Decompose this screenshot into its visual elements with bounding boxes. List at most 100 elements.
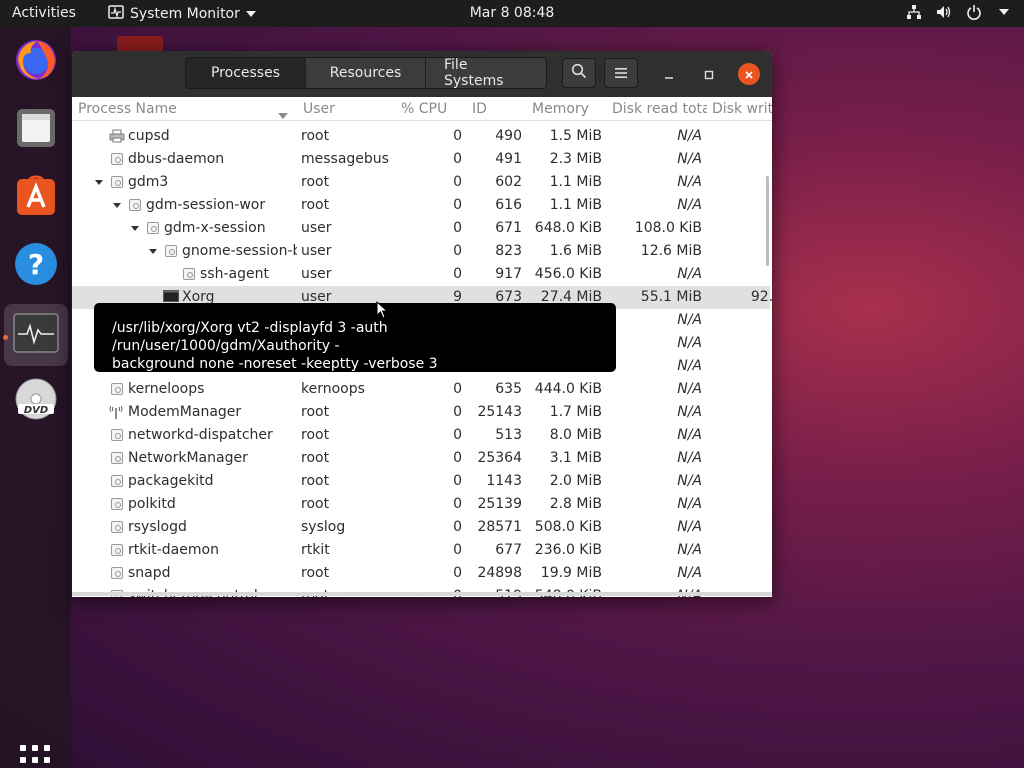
process-disk-read: 55.1 MiB [640, 289, 702, 305]
table-row[interactable]: rtkit-daemon rtkit 0 677 236.0 KiB N/A [72, 539, 770, 562]
table-row[interactable]: cupsd root 0 490 1.5 MiB N/A [72, 125, 770, 148]
system-monitor-icon [12, 312, 60, 358]
column-header-process-name[interactable]: Process Name [78, 101, 177, 117]
tab-processes[interactable]: Processes [186, 58, 306, 88]
process-user: root [301, 197, 330, 213]
process-user: syslog [301, 519, 346, 535]
table-row[interactable]: rsyslogd syslog 0 28571 508.0 KiB N/A [72, 516, 770, 539]
process-icon [183, 268, 195, 280]
dock-files[interactable] [11, 105, 61, 155]
menu-button[interactable] [604, 58, 638, 88]
table-row[interactable]: ModemManager root 0 25143 1.7 MiB N/A [72, 401, 770, 424]
table-row[interactable]: gdm3 root 0 602 1.1 MiB N/A [72, 171, 770, 194]
column-header-disk-write[interactable]: Disk writ [712, 101, 772, 117]
system-tray[interactable] [906, 4, 1012, 20]
process-cpu: 0 [453, 404, 462, 420]
tooltip-line-2: background none -noreset -keeptty -verbo… [112, 356, 438, 372]
process-disk-read: N/A [677, 542, 702, 558]
expander-arrow-icon[interactable] [113, 203, 121, 208]
clock[interactable]: Mar 8 08:48 [470, 5, 555, 21]
process-cpu: 0 [453, 381, 462, 397]
table-row[interactable]: polkitd root 0 25139 2.8 MiB N/A [72, 493, 770, 516]
minimize-button[interactable] [658, 63, 680, 85]
process-user: root [301, 565, 330, 581]
process-icon [111, 429, 123, 441]
table-header: Process Name User % CPU ID Memory Disk r… [72, 97, 772, 121]
process-memory: 1.6 MiB [549, 243, 602, 259]
process-icon [111, 567, 123, 579]
table-row[interactable]: dbus-daemon messagebus 0 491 2.3 MiB N/A [72, 148, 770, 171]
dock-software[interactable] [11, 173, 61, 223]
tab-file-systems[interactable]: File Systems [426, 58, 546, 88]
files-icon [13, 105, 59, 155]
process-icon [111, 452, 123, 464]
chevron-down-icon[interactable] [996, 4, 1012, 20]
column-header-cpu[interactable]: % CPU [401, 101, 447, 117]
process-cpu: 0 [453, 174, 462, 190]
show-applications-button[interactable] [20, 745, 50, 768]
process-name: NetworkManager [128, 450, 248, 466]
expander-arrow-icon[interactable] [149, 249, 157, 254]
process-disk-read: 12.6 MiB [640, 243, 702, 259]
network-icon[interactable] [906, 4, 922, 20]
maximize-icon [704, 65, 714, 84]
table-row[interactable]: kerneloops kernoops 0 635 444.0 KiB N/A [72, 378, 770, 401]
process-id: 490 [495, 128, 522, 144]
process-cpu: 0 [453, 496, 462, 512]
process-name: dbus-daemon [128, 151, 225, 167]
process-id: 25139 [477, 496, 522, 512]
dock-help[interactable]: ? [11, 241, 61, 291]
process-user: user [301, 266, 332, 282]
table-row[interactable]: ssh-agent user 0 917 456.0 KiB N/A [72, 263, 770, 286]
dock-dvd[interactable]: DVD [11, 376, 61, 426]
expander-arrow-icon[interactable] [95, 180, 103, 185]
process-cpu: 0 [453, 565, 462, 581]
column-header-id[interactable]: ID [472, 101, 487, 117]
expander-arrow-icon[interactable] [131, 226, 139, 231]
table-row[interactable]: gdm-x-session user 0 671 648.0 KiB 108.0 KiB [72, 217, 770, 240]
close-button[interactable] [738, 63, 760, 85]
process-icon [129, 199, 141, 211]
horizontal-scrollbar[interactable] [72, 592, 772, 596]
sort-descending-icon[interactable] [278, 107, 288, 123]
dock-firefox[interactable] [11, 37, 61, 87]
process-cpu: 0 [453, 151, 462, 167]
column-header-memory[interactable]: Memory [532, 101, 589, 117]
table-row[interactable]: snapd root 0 24898 19.9 MiB N/A [72, 562, 770, 585]
vertical-scrollbar[interactable] [766, 176, 769, 266]
column-header-disk-read[interactable]: Disk read tota [612, 101, 707, 117]
table-row[interactable]: networkd-dispatcher root 0 513 8.0 MiB N/A [72, 424, 770, 447]
process-memory: 2.3 MiB [549, 151, 602, 167]
activities-button[interactable]: Activities [12, 5, 76, 21]
process-memory: 508.0 KiB [534, 519, 602, 535]
process-disk-read: N/A [677, 496, 702, 512]
antenna-icon [109, 405, 123, 423]
header-bar: Processes Resources File Systems [72, 51, 772, 97]
process-memory: 456.0 KiB [534, 266, 602, 282]
tab-resources[interactable]: Resources [306, 58, 426, 88]
table-row[interactable]: NetworkManager root 0 25364 3.1 MiB N/A [72, 447, 770, 470]
volume-icon[interactable] [936, 4, 952, 20]
process-user: messagebus [301, 151, 389, 167]
process-memory: 2.0 MiB [549, 473, 602, 489]
process-name: polkitd [128, 496, 176, 512]
app-menu[interactable]: System Monitor [108, 5, 256, 23]
search-button[interactable] [562, 58, 596, 88]
printer-icon [109, 129, 125, 147]
process-name: ssh-agent [200, 266, 269, 282]
process-memory: 1.1 MiB [549, 174, 602, 190]
table-row[interactable]: gdm-session-wor root 0 616 1.1 MiB N/A [72, 194, 770, 217]
table-row[interactable]: packagekitd root 0 1143 2.0 MiB N/A [72, 470, 770, 493]
maximize-button[interactable] [698, 63, 720, 85]
software-icon [13, 173, 59, 223]
column-header-user[interactable]: User [303, 101, 335, 117]
table-row[interactable]: gnome-session-b user 0 823 1.6 MiB 12.6 MiB [72, 240, 770, 263]
close-icon [744, 65, 754, 84]
process-cpu: 0 [453, 197, 462, 213]
process-id: 513 [495, 427, 522, 443]
svg-text:?: ? [28, 248, 44, 281]
process-id: 25364 [477, 450, 522, 466]
process-id: 28571 [477, 519, 522, 535]
dock-system-monitor[interactable] [4, 304, 68, 366]
power-icon[interactable] [966, 4, 982, 20]
